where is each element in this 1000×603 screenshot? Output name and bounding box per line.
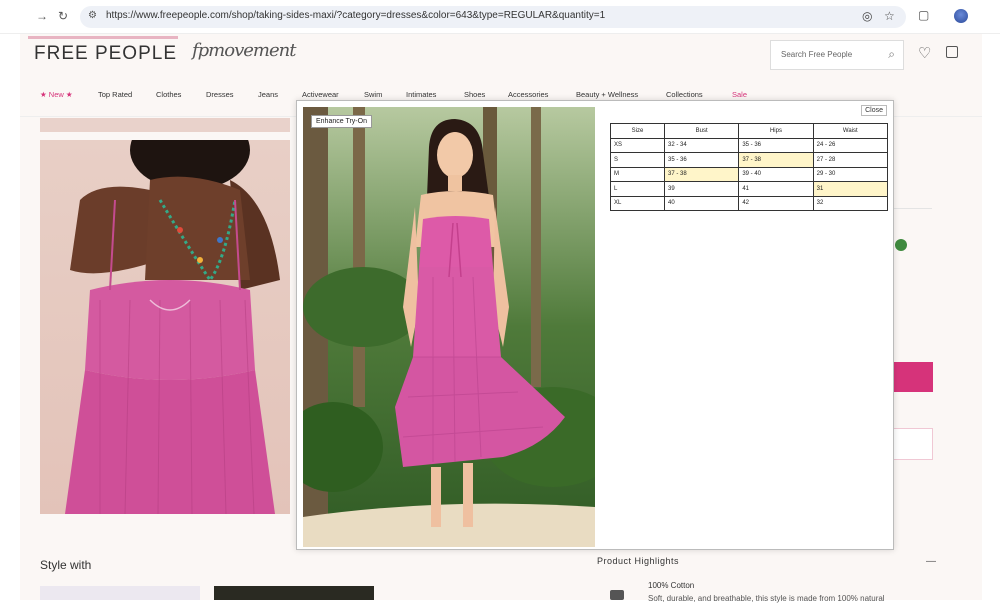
profile-avatar[interactable] bbox=[954, 9, 968, 23]
style-with-heading: Style with bbox=[40, 558, 92, 572]
product-highlights-heading[interactable]: Product Highlights bbox=[597, 556, 679, 566]
nav-item-clothes[interactable]: Clothes bbox=[156, 90, 181, 99]
product-main-image[interactable]: ⤢ bbox=[40, 140, 290, 514]
fp-movement-logo[interactable]: fpmovement bbox=[192, 40, 296, 61]
size-chart-cell: 32 bbox=[812, 195, 889, 211]
style-with-item[interactable] bbox=[40, 586, 200, 600]
reload-icon[interactable]: ↻ bbox=[58, 9, 68, 23]
shopping-bag-icon[interactable] bbox=[946, 46, 958, 58]
nav-item-dresses[interactable]: Dresses bbox=[206, 90, 234, 99]
search-icon[interactable]: ⌕ bbox=[888, 47, 895, 62]
nav-item-beauty[interactable]: Beauty + Wellness bbox=[576, 90, 638, 99]
nav-item-shoes[interactable]: Shoes bbox=[464, 90, 485, 99]
nav-item-sale[interactable]: Sale bbox=[732, 90, 747, 99]
size-chart-cell: 39 bbox=[664, 181, 740, 197]
size-chart-cell: XS bbox=[609, 137, 666, 153]
collapse-icon[interactable]: — bbox=[926, 556, 936, 567]
site-header: FREE PEOPLE fpmovement Search Free Peopl… bbox=[20, 34, 982, 78]
size-chart-cell: 35 - 36 bbox=[664, 152, 740, 168]
nav-item-swim[interactable]: Swim bbox=[364, 90, 382, 99]
size-chart-cell: 32 - 34 bbox=[664, 137, 740, 153]
nav-item-top-rated[interactable]: Top Rated bbox=[98, 90, 132, 99]
site-settings-icon[interactable]: ⚙ bbox=[88, 10, 97, 21]
url-text[interactable]: https://www.freepeople.com/shop/taking-s… bbox=[106, 10, 605, 21]
wishlist-heart-icon[interactable]: ♡ bbox=[918, 44, 931, 62]
nav-item-activewear[interactable]: Activewear bbox=[302, 90, 339, 99]
size-chart-header-row: Size Bust Hips Waist bbox=[609, 123, 889, 139]
col-header-waist: Waist bbox=[812, 123, 889, 139]
size-chart-cell: M bbox=[609, 166, 666, 182]
size-chart-cell: 39 - 40 bbox=[738, 166, 814, 182]
enhance-tryon-button[interactable]: Enhance Try-On bbox=[311, 115, 372, 128]
size-chart-cell: 24 - 26 bbox=[812, 137, 889, 153]
size-chart-cell: 42 bbox=[738, 195, 814, 211]
size-chart-row: S 35 - 36 37 - 38 27 - 28 bbox=[609, 152, 889, 168]
col-header-bust: Bust bbox=[664, 123, 740, 139]
size-chart-row: XL 40 42 32 bbox=[609, 195, 889, 211]
col-header-size: Size bbox=[609, 123, 666, 139]
style-with-item[interactable] bbox=[214, 586, 374, 600]
nav-item-new[interactable]: ★ New ★ bbox=[40, 90, 73, 99]
color-swatch-green[interactable] bbox=[895, 239, 907, 251]
size-chart-cell: 37 - 38 bbox=[738, 152, 814, 168]
size-chart-row: L 39 41 31 bbox=[609, 181, 889, 197]
fabric-icon bbox=[610, 590, 624, 600]
size-chart-table: Size Bust Hips Waist XS 32 - 34 35 - 36 24 … bbox=[609, 123, 889, 211]
address-bar[interactable]: ⚙ https://www.freepeople.com/shop/taking… bbox=[80, 6, 906, 28]
eye-slash-icon[interactable]: ◎ bbox=[862, 9, 872, 23]
nav-item-intimates[interactable]: Intimates bbox=[406, 90, 436, 99]
search-placeholder: Search Free People bbox=[781, 50, 853, 59]
nav-item-jeans[interactable]: Jeans bbox=[258, 90, 278, 99]
size-chart-row: XS 32 - 34 35 - 36 24 - 26 bbox=[609, 137, 889, 153]
size-chart-row: M 37 - 38 39 - 40 29 - 30 bbox=[609, 166, 889, 182]
size-chart-cell: XL bbox=[609, 195, 666, 211]
size-chart-cell: 27 - 28 bbox=[812, 152, 889, 168]
forward-icon[interactable]: → bbox=[36, 9, 48, 23]
size-chart-cell: 40 bbox=[664, 195, 740, 211]
highlight-title: 100% Cotton bbox=[648, 581, 695, 590]
size-chart-cell: 35 - 36 bbox=[738, 137, 814, 153]
col-header-hips: Hips bbox=[738, 123, 814, 139]
size-chart-cell: 37 - 38 bbox=[664, 166, 740, 182]
brand-logo[interactable]: FREE PEOPLE bbox=[34, 43, 177, 65]
browser-toolbar: → ↻ ⚙ https://www.freepeople.com/shop/ta… bbox=[0, 0, 1000, 34]
highlight-description: Soft, durable, and breathable, this styl… bbox=[648, 594, 885, 603]
size-chart-cell: 31 bbox=[812, 181, 889, 197]
size-chart-cell: 29 - 30 bbox=[812, 166, 889, 182]
virtual-tryon-modal: Enhance Try-On Close Size Bust Hips Wais… bbox=[296, 100, 894, 550]
close-button[interactable]: Close bbox=[861, 105, 887, 116]
tryon-image: Enhance Try-On bbox=[303, 107, 595, 547]
size-chart-cell: L bbox=[609, 181, 666, 197]
nav-item-accessories[interactable]: Accessories bbox=[508, 90, 548, 99]
model-illustration bbox=[65, 140, 280, 514]
size-chart-cell: S bbox=[609, 152, 666, 168]
size-chart-cell: 41 bbox=[738, 181, 814, 197]
wishlist-button[interactable] bbox=[888, 428, 933, 460]
nav-item-collections[interactable]: Collections bbox=[666, 90, 703, 99]
tryon-model-illustration bbox=[303, 107, 595, 547]
product-thumbnail-top[interactable] bbox=[40, 118, 290, 132]
extensions-icon[interactable]: ▢ bbox=[918, 8, 929, 22]
search-box[interactable]: Search Free People ⌕ bbox=[770, 40, 904, 70]
bookmark-star-icon[interactable]: ☆ bbox=[884, 9, 895, 23]
add-to-bag-button[interactable] bbox=[888, 362, 933, 392]
